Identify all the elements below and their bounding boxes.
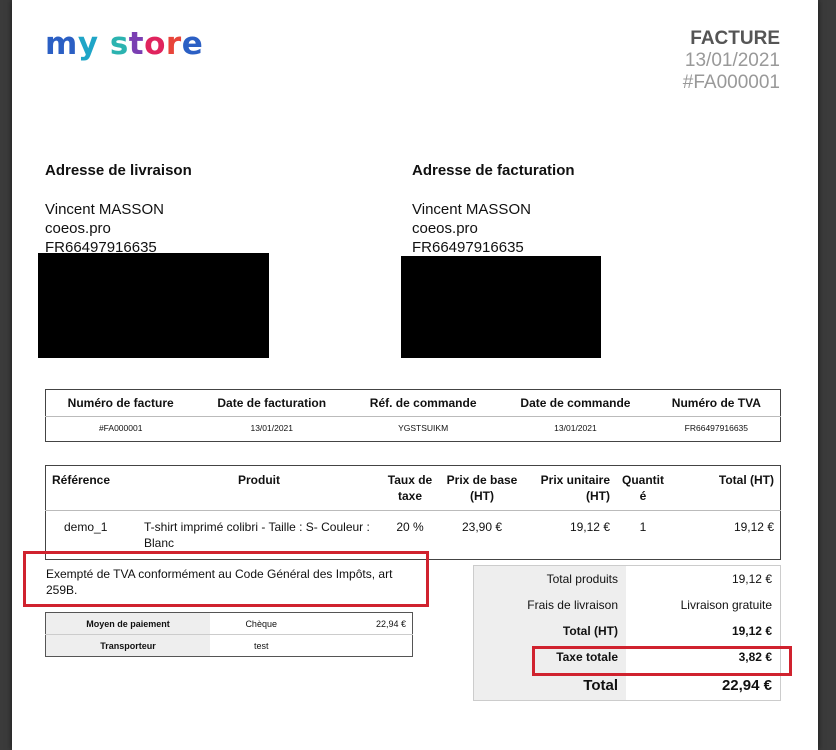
info-value-cell: FR66497916635 xyxy=(684,423,749,433)
empty-cell xyxy=(312,635,412,657)
product-header-row: Référence Produit Taux de taxe Prix de b… xyxy=(45,465,781,511)
shipping-address: Adresse de livraison Vincent MASSON coeo… xyxy=(45,161,192,257)
shipping-fee-value: Livraison gratuite xyxy=(680,598,772,612)
logo-letter: s xyxy=(109,26,129,62)
totals-row: Frais de livraison Livraison gratuite xyxy=(473,592,781,618)
info-header-cell: Numéro de TVA xyxy=(652,389,781,417)
logo-letter: o xyxy=(144,26,166,62)
billing-address: Adresse de facturation Vincent MASSON co… xyxy=(412,161,575,257)
carrier-value: test xyxy=(253,640,269,651)
invoice-info-table: Numéro de facture Date de facturation Ré… xyxy=(45,389,781,442)
payment-method-label: Moyen de paiement xyxy=(45,612,210,635)
info-value-cell: #FA000001 xyxy=(98,423,143,433)
product-header-cell: Taux de taxe xyxy=(380,465,440,511)
logo-letter xyxy=(99,26,110,62)
logo-letter: r xyxy=(165,26,182,62)
info-value-cell: 13/01/2021 xyxy=(250,423,294,433)
info-value-cell: YGSTSUIKM xyxy=(398,423,449,433)
payment-amount: 22,94 € xyxy=(312,612,413,635)
total-ht-value: 19,12 € xyxy=(731,624,772,638)
store-logo: my store xyxy=(45,26,203,62)
payment-method: Chèque xyxy=(210,612,313,635)
product-header-cell: Total (HT) xyxy=(670,465,781,511)
shipping-fee-label: Frais de livraison xyxy=(473,592,626,618)
total-products-value: 19,12 € xyxy=(731,572,772,586)
product-header-cell: Prix de base (HT) xyxy=(440,465,524,511)
shipping-heading: Adresse de livraison xyxy=(45,162,192,179)
info-value-cell: 13/01/2021 xyxy=(554,423,597,433)
info-header-cell: Réf. de commande xyxy=(348,389,499,417)
product-header-cell: Quantité xyxy=(616,465,670,511)
total-products-label: Total produits xyxy=(473,565,626,592)
info-header-row: Numéro de facture Date de facturation Ré… xyxy=(45,389,781,417)
shipping-company: coeos.pro xyxy=(45,220,111,237)
product-cell: 19,12 € xyxy=(569,520,610,534)
invoice-header: FACTURE 13/01/2021 #FA000001 xyxy=(683,28,780,94)
product-cell: 1 xyxy=(639,520,647,534)
totals-table: Total produits 19,12 € Frais de livraiso… xyxy=(473,565,781,701)
carrier-label: Transporteur xyxy=(45,634,210,657)
info-value-row: #FA000001 13/01/2021 YGSTSUIKM 13/01/202… xyxy=(46,417,781,442)
shipping-name: Vincent MASSON xyxy=(45,201,164,218)
billing-heading: Adresse de facturation xyxy=(412,162,575,179)
info-header-cell: Numéro de facture xyxy=(45,389,196,417)
carrier-row: Transporteur test xyxy=(45,634,413,657)
logo-letter: y xyxy=(77,26,99,62)
billing-vat: FR66497916635 xyxy=(412,239,524,256)
payment-table: Moyen de paiement Chèque 22,94 € Transpo… xyxy=(45,612,413,657)
info-header-cell: Date de facturation xyxy=(195,389,349,417)
highlight-box-tax-total xyxy=(532,646,792,676)
invoice-number: #FA000001 xyxy=(682,72,780,93)
billing-company: coeos.pro xyxy=(412,220,478,237)
product-header-cell: Référence xyxy=(45,465,138,511)
invoice-page: my store FACTURE 13/01/2021 #FA000001 Ad… xyxy=(12,0,818,750)
logo-letter: e xyxy=(181,26,204,62)
info-header-cell: Date de commande xyxy=(498,389,653,417)
product-table: Référence Produit Taux de taxe Prix de b… xyxy=(45,465,781,560)
invoice-title: FACTURE xyxy=(690,28,780,49)
redacted-shipping-block xyxy=(38,253,269,358)
totals-row: Total produits 19,12 € xyxy=(473,565,781,592)
product-cell: 19,12 € xyxy=(733,520,774,534)
total-ht-label: Total (HT) xyxy=(473,618,626,644)
redacted-billing-block xyxy=(401,256,601,358)
totals-row: Total (HT) 19,12 € xyxy=(473,618,781,644)
logo-letter: t xyxy=(128,26,145,62)
payment-row: Moyen de paiement Chèque 22,94 € xyxy=(45,612,413,635)
logo-letter: m xyxy=(45,26,78,62)
product-cell: 23,90 € xyxy=(461,520,503,534)
billing-name: Vincent MASSON xyxy=(412,201,531,218)
invoice-date: 13/01/2021 xyxy=(684,50,780,71)
product-header-cell: Prix unitaire (HT) xyxy=(524,465,616,511)
product-header-cell: Produit xyxy=(138,465,380,511)
highlight-box-tax-note xyxy=(23,551,429,607)
